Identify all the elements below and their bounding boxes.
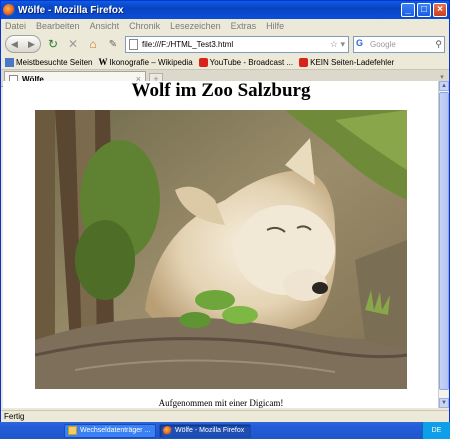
taskbar-item-label: Wölfe - Mozilla Firefox	[175, 427, 245, 434]
folder-icon	[68, 426, 77, 435]
bookmark-label: YouTube - Broadcast ...	[209, 57, 294, 67]
windows-taskbar: Wechseldatenträger ... Wölfe - Mozilla F…	[0, 422, 450, 439]
forward-arrow-icon[interactable]: ▶	[28, 39, 35, 50]
bookmark-label: Meistbesuchte Seiten	[16, 57, 93, 67]
addon-icon[interactable]: ✎	[105, 36, 121, 52]
menu-bearbeiten[interactable]: Bearbeiten	[36, 21, 80, 31]
page-icon	[129, 38, 138, 50]
wikipedia-icon: W	[98, 56, 108, 67]
scroll-up-icon[interactable]: ▲	[439, 81, 449, 91]
bookmark-icon	[5, 57, 14, 67]
url-text[interactable]: file:///F:/HTML_Test3.html	[142, 40, 233, 49]
bookmark-item[interactable]: W Ikonografie – Wikipedia	[98, 56, 193, 67]
browser-window: Wölfe - Mozilla Firefox _ □ × Datei Bear…	[0, 0, 450, 439]
language-indicator[interactable]: DE	[432, 427, 442, 434]
image-caption: Aufgenommen mit einer Digicam!	[158, 398, 284, 408]
home-icon[interactable]: ⌂	[85, 36, 101, 52]
wolf-photo	[35, 110, 407, 389]
bookmarks-toolbar: Meistbesuchte Seiten W Ikonografie – Wik…	[1, 55, 449, 70]
youtube-icon	[198, 57, 208, 67]
bookmark-item[interactable]: Meistbesuchte Seiten	[5, 57, 93, 67]
back-arrow-icon[interactable]: ◀	[11, 39, 18, 50]
menu-chronik[interactable]: Chronik	[129, 21, 160, 31]
scroll-down-icon[interactable]: ▼	[439, 398, 449, 408]
minimize-button[interactable]: _	[401, 3, 415, 17]
navigation-toolbar: ◀ ▶ ↻ ✕ ⌂ ✎ file:///F:/HTML_Test3.html ☆…	[1, 33, 449, 55]
scroll-thumb[interactable]	[439, 92, 449, 390]
bookmark-item[interactable]: YouTube - Broadcast ...	[198, 57, 294, 67]
taskbar-item-firefox[interactable]: Wölfe - Mozilla Firefox	[159, 423, 251, 438]
google-icon[interactable]: G	[356, 38, 368, 50]
url-bar[interactable]: file:///F:/HTML_Test3.html ☆ ▾	[125, 35, 349, 53]
menu-lesezeichen[interactable]: Lesezeichen	[170, 21, 221, 31]
page-content: Wolf im Zoo Salzburg Aufgenommen mit ein…	[3, 81, 439, 408]
taskbar-item-explorer[interactable]: Wechseldatenträger ...	[64, 423, 156, 438]
menu-datei[interactable]: Datei	[5, 21, 26, 31]
search-placeholder[interactable]: Google	[370, 40, 396, 49]
youtube-icon	[299, 57, 309, 67]
back-forward-buttons[interactable]: ◀ ▶	[5, 35, 41, 53]
bookmark-label: Ikonografie – Wikipedia	[109, 57, 193, 67]
search-bar[interactable]: G Google ⚲	[353, 35, 445, 53]
menu-ansicht[interactable]: Ansicht	[90, 21, 120, 31]
close-button[interactable]: ×	[433, 3, 447, 17]
status-text: Fertig	[4, 412, 25, 421]
title-bar[interactable]: Wölfe - Mozilla Firefox _ □ ×	[1, 1, 449, 19]
menu-extras[interactable]: Extras	[231, 21, 257, 31]
search-icon[interactable]: ⚲	[435, 39, 442, 50]
system-tray[interactable]: DE	[422, 422, 450, 439]
bookmark-star-icon[interactable]: ☆ ▾	[330, 39, 345, 50]
menu-hilfe[interactable]: Hilfe	[266, 21, 284, 31]
maximize-button[interactable]: □	[417, 3, 431, 17]
page-heading: Wolf im Zoo Salzburg	[131, 81, 311, 101]
vertical-scrollbar[interactable]: ▲ ▼	[438, 81, 449, 408]
reload-icon[interactable]: ↻	[45, 36, 61, 52]
bookmark-item[interactable]: KEIN Seiten-Ladefehler	[299, 57, 395, 67]
taskbar-item-label: Wechseldatenträger ...	[80, 427, 151, 434]
wolf-image	[35, 110, 407, 389]
window-title: Wölfe - Mozilla Firefox	[18, 4, 124, 16]
stop-icon[interactable]: ✕	[65, 36, 81, 52]
firefox-icon	[3, 4, 15, 16]
bookmark-label: KEIN Seiten-Ladefehler	[310, 57, 395, 67]
menu-bar: Datei Bearbeiten Ansicht Chronik Lesezei…	[1, 19, 449, 33]
firefox-icon	[163, 426, 172, 435]
